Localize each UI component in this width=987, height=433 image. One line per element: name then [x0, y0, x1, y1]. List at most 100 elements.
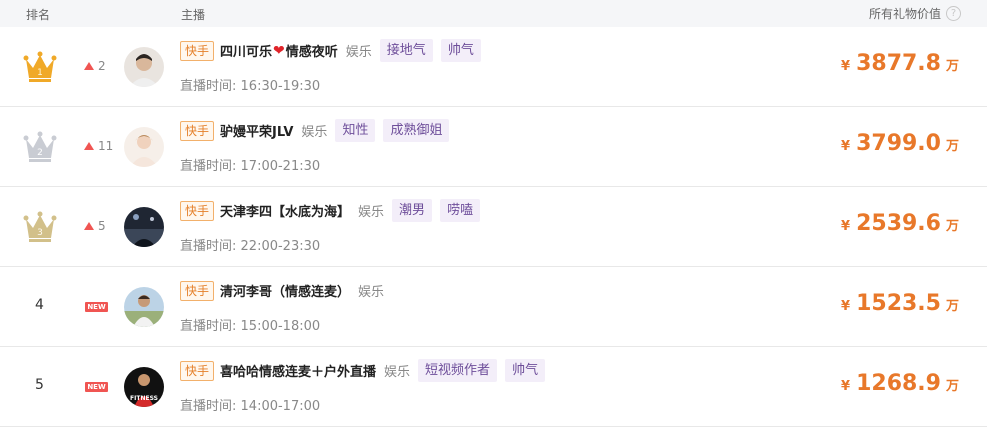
- live-time: 直播时间: 14:00-17:00: [180, 395, 320, 414]
- help-icon[interactable]: ?: [946, 6, 961, 21]
- gift-amount: 2539.6: [856, 211, 941, 236]
- gift-unit: 万: [945, 299, 959, 314]
- anchor-name[interactable]: 喜哈哈情感连麦＋户外直播: [220, 361, 376, 380]
- gift-value: ¥ 1523.5 万: [841, 291, 959, 316]
- rank-change-value: 2: [98, 59, 106, 73]
- platform-badge: 快手: [180, 120, 215, 141]
- currency-symbol: ¥: [841, 59, 851, 74]
- new-badge: NEW: [85, 302, 108, 312]
- table-row[interactable]: 1 2 快手 四川可乐 ❤ 情感夜听 娱乐 接地气 帅气 直播时间: 16:30…: [0, 27, 987, 107]
- category-label: 娱乐: [301, 125, 328, 140]
- platform-badge: 快手: [180, 200, 215, 221]
- live-time: 直播时间: 17:00-21:30: [180, 155, 320, 174]
- currency-symbol: ¥: [841, 219, 851, 234]
- table-row[interactable]: 3 5 快手 天津李四【水底为海】 娱乐 潮男 唠嗑 直播时间: 22:00-2…: [0, 187, 987, 267]
- tag: 成熟御姐: [383, 119, 450, 142]
- tag: 帅气: [440, 39, 481, 62]
- gold-crown-icon: 1: [22, 51, 58, 83]
- live-time-label: 直播时间:: [180, 239, 237, 254]
- new-badge: NEW: [85, 382, 108, 392]
- anchor-info: 快手 喜哈哈情感连麦＋户外直播 娱乐 短视频作者 帅气: [180, 359, 553, 382]
- tag: 唠嗑: [440, 199, 481, 222]
- currency-symbol: ¥: [841, 379, 851, 394]
- svg-text:FITNESS: FITNESS: [130, 395, 158, 402]
- gift-value-label: 所有礼物价值: [868, 7, 941, 21]
- up-arrow-icon: [84, 142, 94, 150]
- anchor-info: 快手 四川可乐 ❤ 情感夜听 娱乐 接地气 帅气: [180, 39, 489, 62]
- anchor-name[interactable]: 四川可乐 ❤ 情感夜听: [220, 41, 338, 61]
- gift-unit: 万: [945, 59, 959, 74]
- gift-value: ¥ 3877.8 万: [841, 51, 959, 76]
- gift-value-column-header: 所有礼物价值 ?: [869, 5, 961, 22]
- category-label: 娱乐: [384, 365, 411, 380]
- silver-crown-icon: 2: [22, 131, 58, 163]
- live-time-value: 15:00-18:00: [240, 319, 321, 334]
- anchor-name[interactable]: 驴嫚平荣JLV: [220, 121, 293, 140]
- gift-unit: 万: [945, 139, 959, 154]
- gift-amount: 3799.0: [856, 131, 941, 156]
- platform-badge: 快手: [180, 40, 215, 61]
- live-time-value: 14:00-17:00: [240, 399, 321, 414]
- rank-change-value: 11: [98, 139, 114, 153]
- table-row[interactable]: 2 11 快手 驴嫚平荣JLV 娱乐 知性 成熟御姐 直播时间: 17:00-2…: [0, 107, 987, 187]
- avatar[interactable]: [124, 207, 164, 247]
- rank-change-up: 5: [84, 219, 106, 233]
- gift-value: ¥ 1268.9 万: [841, 371, 959, 396]
- category-label: 娱乐: [358, 285, 385, 300]
- anchor-info: 快手 天津李四【水底为海】 娱乐 潮男 唠嗑: [180, 199, 488, 222]
- avatar[interactable]: [124, 287, 164, 327]
- avatar[interactable]: [124, 47, 164, 87]
- live-time-value: 17:00-21:30: [240, 159, 321, 174]
- gift-value: ¥ 2539.6 万: [841, 211, 959, 236]
- live-time-value: 22:00-23:30: [240, 239, 321, 254]
- avatar[interactable]: [124, 127, 164, 167]
- anchor-name[interactable]: 天津李四【水底为海】: [220, 201, 350, 220]
- tag: 接地气: [379, 39, 433, 62]
- anchor-info: 快手 驴嫚平荣JLV 娱乐 知性 成熟御姐: [180, 119, 457, 142]
- tag: 知性: [335, 119, 376, 142]
- rank-change-up: 11: [84, 139, 113, 153]
- currency-symbol: ¥: [841, 299, 851, 314]
- svg-text:3: 3: [37, 228, 43, 238]
- svg-text:1: 1: [37, 68, 43, 78]
- gift-value: ¥ 3799.0 万: [841, 131, 959, 156]
- gift-unit: 万: [945, 379, 959, 394]
- live-time-label: 直播时间:: [180, 319, 237, 334]
- currency-symbol: ¥: [841, 139, 851, 154]
- tag: 短视频作者: [418, 359, 498, 382]
- platform-badge: 快手: [180, 360, 215, 381]
- up-arrow-icon: [84, 222, 94, 230]
- live-time: 直播时间: 16:30-19:30: [180, 75, 320, 94]
- anchor-column-header: 主播: [181, 8, 206, 22]
- avatar[interactable]: FITNESS: [124, 367, 164, 407]
- live-time-label: 直播时间:: [180, 159, 237, 174]
- gift-amount: 3877.8: [856, 51, 941, 76]
- rank-number: 4: [35, 297, 44, 313]
- anchor-name-part: 情感夜听: [285, 45, 338, 60]
- anchor-name[interactable]: 清河李哥（情感连麦）: [220, 281, 350, 300]
- live-time-value: 16:30-19:30: [240, 79, 321, 94]
- table-row[interactable]: 4 NEW 快手 清河李哥（情感连麦） 娱乐 直播时间: 15:00-18:00…: [0, 267, 987, 347]
- tag: 帅气: [505, 359, 546, 382]
- gift-amount: 1268.9: [856, 371, 941, 396]
- live-time: 直播时间: 22:00-23:30: [180, 235, 320, 254]
- anchor-name-part: 四川可乐: [220, 45, 273, 60]
- platform-badge: 快手: [180, 280, 215, 301]
- tag: 潮男: [392, 199, 433, 222]
- table-header: 排名 主播 所有礼物价值 ?: [0, 0, 987, 27]
- live-time-label: 直播时间:: [180, 79, 237, 94]
- up-arrow-icon: [84, 62, 94, 70]
- rank-change-up: 2: [84, 59, 106, 73]
- heart-icon: ❤: [273, 42, 285, 59]
- gift-amount: 1523.5: [856, 291, 941, 316]
- rank-change-value: 5: [98, 219, 106, 233]
- bronze-crown-icon: 3: [22, 211, 58, 243]
- table-row[interactable]: 5 NEW FITNESS 快手 喜哈哈情感连麦＋户外直播 娱乐 短视频作者 帅…: [0, 347, 987, 427]
- live-time: 直播时间: 15:00-18:00: [180, 315, 320, 334]
- anchor-info: 快手 清河李哥（情感连麦） 娱乐: [180, 279, 392, 302]
- live-time-label: 直播时间:: [180, 399, 237, 414]
- svg-text:2: 2: [37, 148, 43, 158]
- rank-number: 5: [35, 377, 44, 393]
- rank-column-header: 排名: [26, 8, 51, 22]
- category-label: 娱乐: [345, 45, 372, 60]
